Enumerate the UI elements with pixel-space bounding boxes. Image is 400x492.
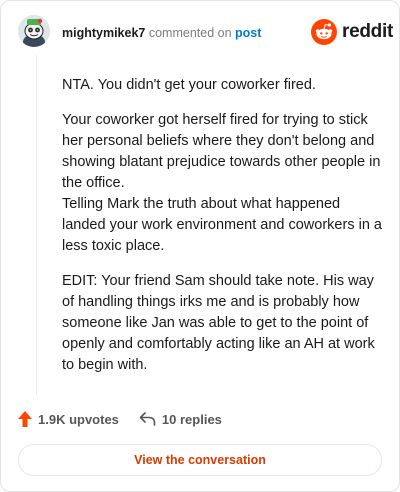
view-conversation-button[interactable]: View the conversation — [18, 444, 382, 476]
comment-paragraph: EDIT: Your friend Sam should take note. … — [62, 273, 375, 373]
reddit-wordmark: reddit — [342, 21, 393, 42]
replies-button[interactable]: 10 replies — [139, 412, 222, 427]
post-link[interactable]: post — [235, 26, 261, 40]
comment-paragraph: NTA. You didn't get your coworker fired. — [62, 77, 316, 93]
reply-arrow-icon — [139, 412, 156, 426]
reddit-logo-icon — [311, 19, 337, 45]
reply-count: 10 replies — [161, 411, 222, 427]
upvote-count: 1.9K upvotes — [38, 411, 119, 427]
comment-paragraph: Your coworker got herself fired for tryi… — [62, 112, 381, 191]
reddit-brand[interactable]: reddit — [311, 19, 393, 45]
thread-line — [36, 55, 37, 395]
comment-body: NTA. You didn't get your coworker fired.… — [62, 75, 382, 390]
upvote-button[interactable]: 1.9K upvotes — [18, 411, 119, 427]
comment-header: mightymikek7 commented on post — [62, 25, 261, 41]
comment-actions: 1.9K upvotes 10 replies — [18, 411, 222, 427]
snoo-avatar-icon — [18, 15, 50, 47]
user-avatar[interactable] — [18, 15, 50, 47]
username-link[interactable]: mightymikek7 — [62, 26, 145, 40]
upvote-arrow-icon — [18, 411, 32, 427]
comment-paragraph: Telling Mark the truth about what happen… — [62, 196, 382, 254]
commented-on-label: commented on — [148, 26, 232, 40]
comment-card: mightymikek7 commented on post reddit NT… — [0, 0, 400, 492]
